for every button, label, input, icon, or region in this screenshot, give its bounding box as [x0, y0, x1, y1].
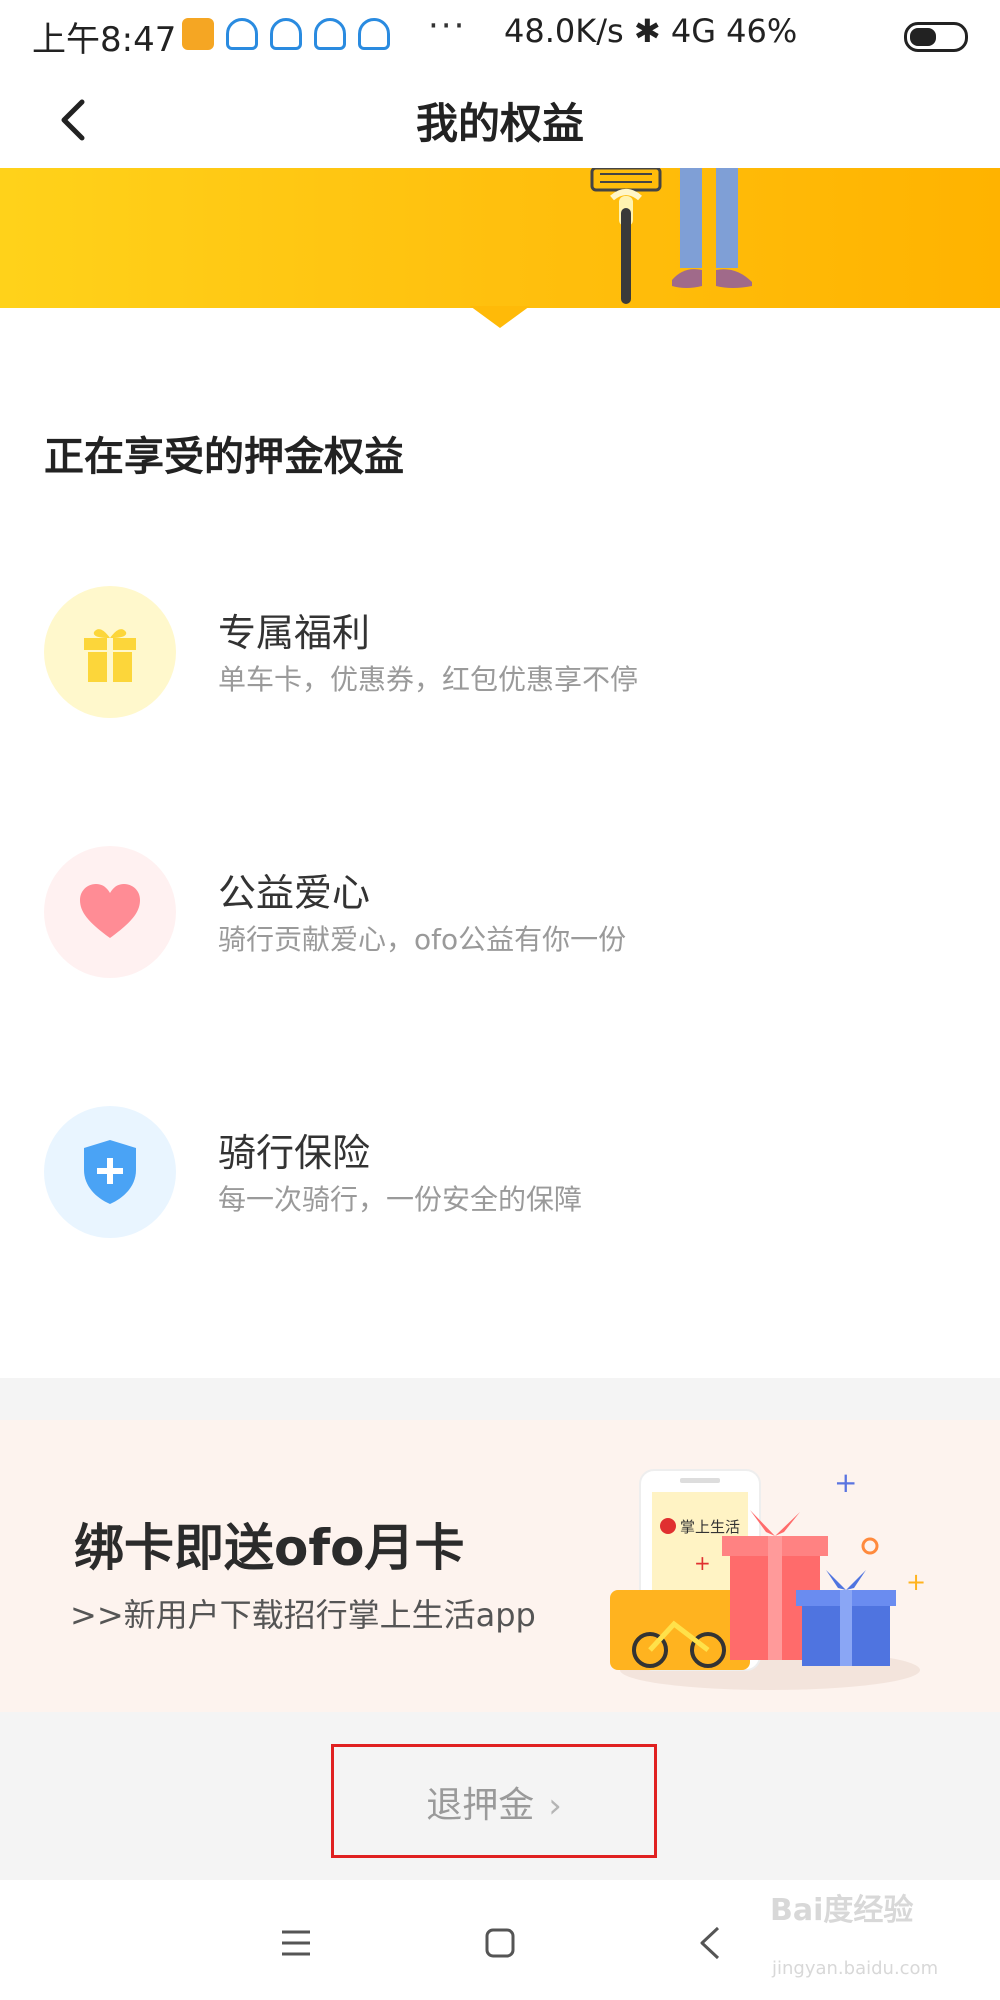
- home-nav-button[interactable]: [475, 1920, 525, 1966]
- benefit-description: 每一次骑行，一份安全的保障: [218, 1183, 583, 1216]
- benefit-description: 单车卡，优惠券，红包优惠享不停: [218, 663, 639, 696]
- benefit-item-welfare: 专属福利 单车卡，优惠券，红包优惠享不停: [0, 586, 1000, 726]
- shield-icon: [84, 1140, 136, 1204]
- refund-label: 退押金: [426, 1785, 535, 1826]
- battery-icon: [904, 22, 968, 52]
- benefit-title: 骑行保险: [218, 1131, 371, 1175]
- heart-icon: [80, 884, 140, 938]
- banner-pointer: [470, 306, 530, 328]
- watermark-logo: Bai度经验: [770, 1893, 914, 1928]
- app-notification-icon: [226, 18, 258, 50]
- svg-text:+: +: [694, 1551, 711, 1575]
- banner-illustration: [0, 168, 1000, 308]
- status-bar: 上午8:47 ··· 48.0K/s ✱ 4G 46%: [0, 0, 1000, 70]
- gift-icon: [84, 629, 136, 682]
- watermark-url: jingyan.baidu.com: [772, 1958, 939, 1979]
- network-status: 48.0K/s ✱ 4G 46%: [504, 12, 798, 50]
- chevron-right-icon: ›: [548, 1786, 562, 1826]
- notification-icons: [182, 18, 390, 50]
- app-notification-icon: [358, 18, 390, 50]
- benefit-title: 专属福利: [218, 611, 371, 655]
- phone-app-label: 掌上生活: [680, 1519, 740, 1536]
- promo-title: 绑卡即送ofo月卡: [74, 1519, 465, 1577]
- benefit-description: 骑行贡献爱心，ofo公益有你一份: [218, 923, 627, 956]
- benefit-title: 公益爱心: [218, 871, 371, 915]
- more-notifications-icon: ···: [428, 6, 467, 46]
- app-header: 我的权益: [0, 70, 1000, 168]
- menu-icon: [282, 1930, 310, 1956]
- section-title: 正在享受的押金权益: [44, 434, 404, 480]
- page-title: 我的权益: [415, 99, 584, 148]
- benefit-item-insurance: 骑行保险 每一次骑行，一份安全的保障: [0, 1106, 1000, 1246]
- back-triangle-icon: [700, 1926, 720, 1960]
- benefit-icon-container: [44, 586, 176, 718]
- back-nav-button[interactable]: [686, 1920, 736, 1966]
- refund-deposit-button[interactable]: 退押金 ›: [331, 1776, 657, 1828]
- menu-nav-button[interactable]: [270, 1920, 320, 1966]
- home-square-icon: [485, 1928, 515, 1958]
- svg-text:+: +: [834, 1466, 857, 1499]
- benefit-icon-container: [44, 846, 176, 978]
- app-notification-icon: [314, 18, 346, 50]
- promo-subtitle: >>新用户下载招行掌上生活app: [70, 1596, 536, 1634]
- promo-illustration: 掌上生活 + + +: [610, 1466, 926, 1690]
- promo-banner[interactable]: 绑卡即送ofo月卡 >>新用户下载招行掌上生活app 掌上生活 + + +: [0, 1420, 1000, 1712]
- bike-rider-illustration: [590, 168, 752, 304]
- benefit-item-charity: 公益爱心 骑行贡献爱心，ofo公益有你一份: [0, 846, 1000, 986]
- benefit-icon-container: [44, 1106, 176, 1238]
- app-notification-icon: [182, 18, 214, 50]
- svg-text:+: +: [906, 1568, 926, 1596]
- divider: [0, 1378, 1000, 1420]
- status-time: 上午8:47: [32, 20, 177, 60]
- app-notification-icon: [270, 18, 302, 50]
